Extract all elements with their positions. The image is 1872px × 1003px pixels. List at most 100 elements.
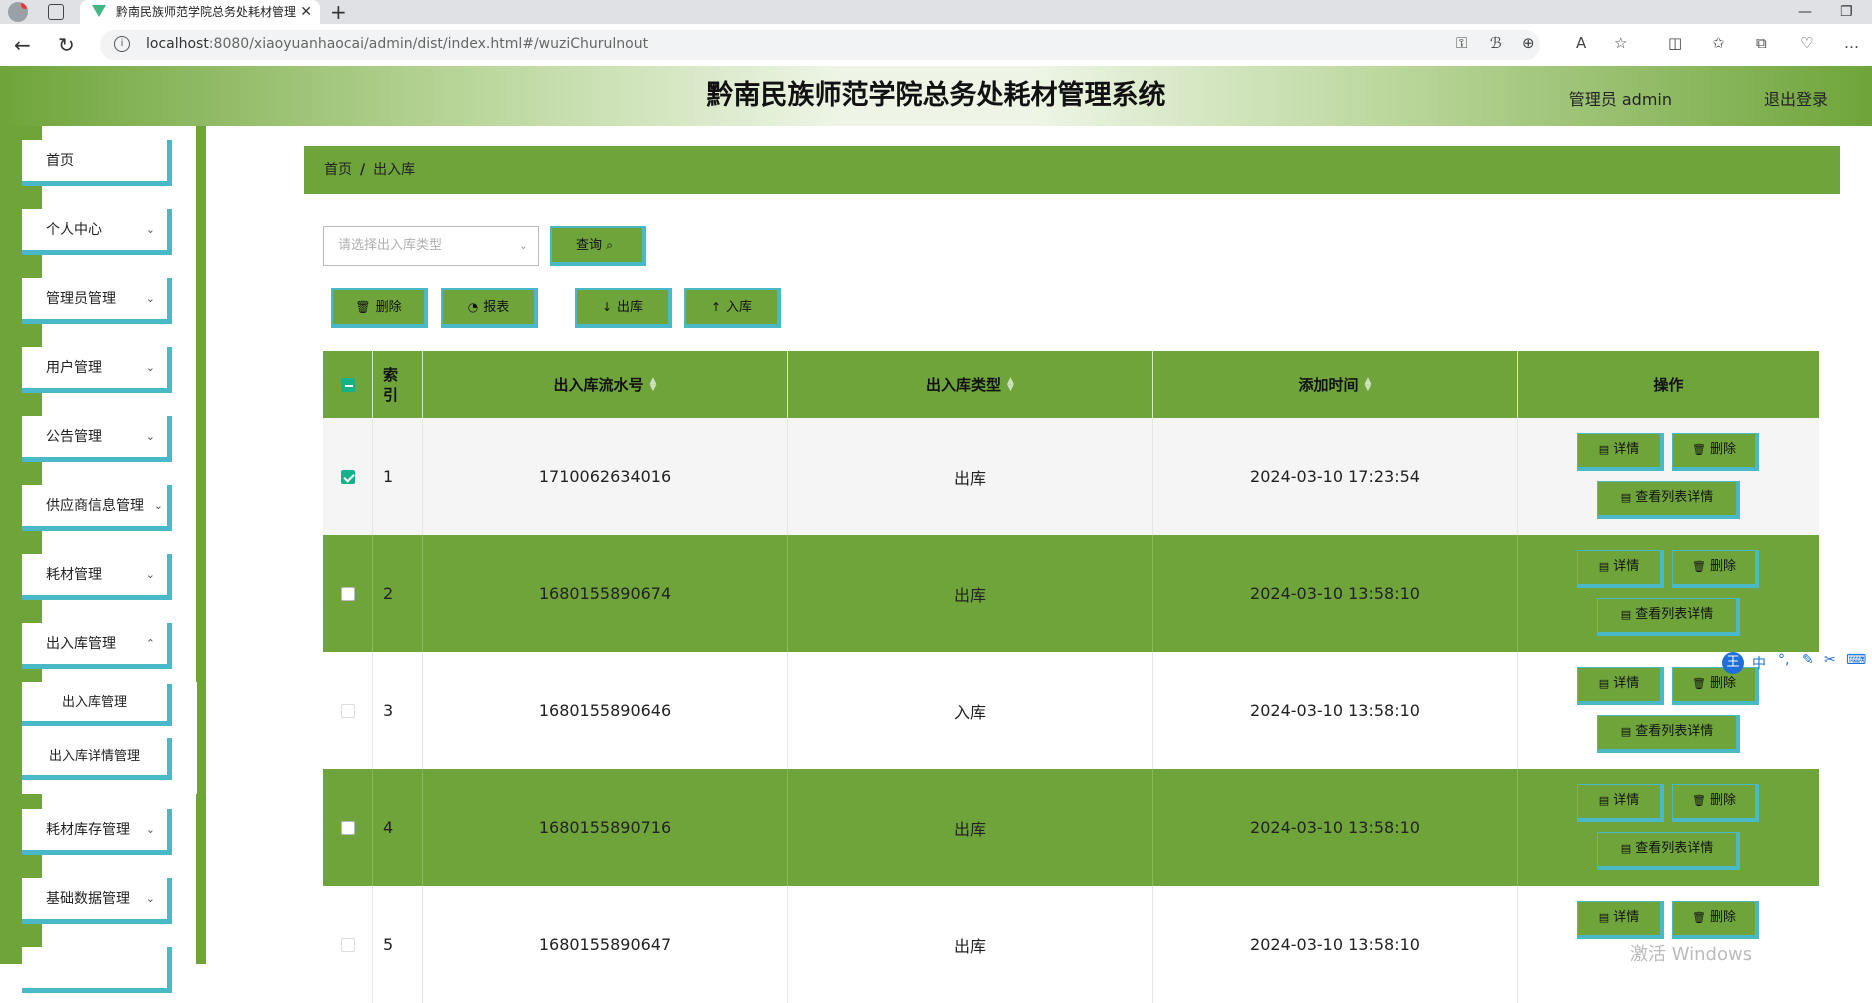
row-type: 出库 [788,769,1153,886]
ime-logo[interactable]: 王 [1722,652,1744,674]
trash-icon: 🗑 [1692,911,1706,924]
sidebar-subitem-inout[interactable]: 出入库管理 [22,684,172,726]
tab-actions-icon[interactable] [48,4,64,20]
header-index-label: 索引 [383,365,399,404]
header-type[interactable]: 出入库类型 ▲ ▼ [788,351,1153,418]
sidebar-item-notice-management[interactable]: 公告管理 ⌄ [22,416,172,462]
sidebar-subitem-inout-detail[interactable]: 出入库详情管理 [22,738,172,780]
row-delete-button[interactable]: 🗑 删除 [1672,784,1759,822]
ime-pen-icon[interactable]: ✎ [1802,652,1814,668]
document-icon: ▤ [1620,725,1632,738]
row-checkbox[interactable] [340,469,355,484]
header-time[interactable]: 添加时间 ▲ ▼ [1153,351,1518,418]
ime-punct-icon[interactable]: °, [1778,652,1789,668]
document-icon: ▤ [1598,560,1610,573]
ime-toolbar: 王 中 °, ✎ ✂ ⌨ [1722,652,1872,674]
chevron-up-icon: ⌃ [145,637,155,650]
row-checkbox[interactable] [340,937,355,952]
sort-icon[interactable]: ▲ ▼ [1007,376,1014,392]
stock-out-button[interactable]: ↓ 出库 [575,288,672,328]
delete-button[interactable]: 🗑 删除 [331,288,428,328]
detail-button[interactable]: ▤ 详情 [1577,433,1664,471]
row-delete-button[interactable]: 🗑 删除 [1672,901,1759,939]
table-row: 2 1680155890674 出库 2024-03-10 13:58:10 ▤… [323,535,1819,652]
url-path: :8080/xiaoyuanhaocai/admin/dist/index.ht… [208,36,649,52]
favorites-icon[interactable]: ✩ [1712,34,1725,52]
read-aloud-icon[interactable]: A [1576,34,1586,52]
row-time: 2024-03-10 13:58:10 [1153,886,1518,1003]
row-delete-button[interactable]: 🗑 删除 [1672,433,1759,471]
report-button[interactable]: ◔ 报表 [441,288,538,328]
row-checkbox[interactable] [340,586,355,601]
site-info-icon[interactable]: i [114,36,130,52]
profile-icon[interactable] [8,2,28,22]
row-time: 2024-03-10 13:58:10 [1153,769,1518,886]
new-tab-icon[interactable]: + [330,0,347,24]
favorite-star-icon[interactable]: ☆ [1614,34,1627,52]
ime-keyboard-icon[interactable]: ⌨ [1846,652,1866,668]
sidebar-item-label: 首页 [46,153,74,169]
collections-icon[interactable]: ⧉ [1756,34,1767,52]
close-tab-icon[interactable]: ✕ [300,0,312,24]
sidebar-item-personal-center[interactable]: 个人中心 ⌄ [22,209,172,255]
ime-mode[interactable]: 中 [1752,653,1766,673]
ime-scissors-icon[interactable]: ✂ [1824,652,1836,668]
row-delete-button[interactable]: 🗑 删除 [1672,550,1759,588]
select-all-checkbox[interactable] [340,377,355,392]
sidebar-item-inout-management[interactable]: 出入库管理 ⌃ [22,623,172,669]
breadcrumb-home[interactable]: 首页 [324,162,352,178]
row-checkbox[interactable] [340,820,355,835]
url-field[interactable]: i localhost:8080/xiaoyuanhaocai/admin/di… [100,30,1540,60]
delete-label: 删除 [1709,793,1736,808]
trash-icon: 🗑 [1692,677,1706,690]
sidebar-item-inventory-management[interactable]: 耗材库存管理 ⌄ [22,809,172,855]
sidebar-item-home[interactable]: 首页 [22,140,172,186]
header-serial[interactable]: 出入库流水号 ▲ ▼ [423,351,788,418]
list-detail-button[interactable]: ▤ 查看列表详情 [1597,715,1740,753]
back-icon[interactable]: ← [14,33,31,57]
minimize-icon[interactable]: — [1798,0,1812,24]
url-text[interactable]: localhost:8080/xiaoyuanhaocai/admin/dist… [146,36,648,52]
select-placeholder: 请选择出入库类型 [338,238,443,253]
header-time-label: 添加时间 [1298,376,1359,394]
sidebar-item-basic-data-management[interactable]: 基础数据管理 ⌄ [22,878,172,924]
stock-in-button[interactable]: ↑ 入库 [684,288,781,328]
detail-button[interactable]: ▤ 详情 [1577,901,1664,939]
row-time: 2024-03-10 13:58:10 [1153,652,1518,769]
row-checkbox[interactable] [340,703,355,718]
list-detail-button[interactable]: ▤ 查看列表详情 [1597,481,1740,519]
select-all-cell [323,351,373,418]
more-menu-icon[interactable]: … [1844,34,1859,52]
detail-button[interactable]: ▤ 详情 [1577,550,1664,588]
document-icon: ▤ [1620,608,1632,621]
sort-icon[interactable]: ▲ ▼ [1365,376,1372,392]
detail-button[interactable]: ▤ 详情 [1577,784,1664,822]
browser-tab[interactable]: 黔南民族师范学院总务处耗材管理 ✕ [80,0,320,24]
detail-button[interactable]: ▤ 详情 [1577,667,1664,705]
split-screen-icon[interactable]: ◫ [1668,34,1682,52]
table-row: 1 1710062634016 出库 2024-03-10 17:23:54 ▤… [323,418,1819,535]
row-time: 2024-03-10 13:58:10 [1153,535,1518,652]
inout-type-select[interactable]: 请选择出入库类型 ⌄ [323,226,539,266]
zoom-icon[interactable]: ⊕ [1522,34,1535,52]
sidebar-item-label: 出入库管理 [46,636,116,652]
query-button[interactable]: 查询 ⌕ [550,226,646,266]
reload-icon[interactable]: ↻ [58,33,75,57]
header-ops-label: 操作 [1653,376,1684,394]
logout-button[interactable]: 退出登录 [1764,86,1828,110]
translate-icon[interactable]: ℬ [1490,34,1502,52]
sort-icon[interactable]: ▲ ▼ [650,376,657,392]
password-key-icon[interactable]: ⚿ [1456,34,1467,52]
list-detail-button[interactable]: ▤ 查看列表详情 [1597,598,1740,636]
sidebar-item-user-management[interactable]: 用户管理 ⌄ [22,347,172,393]
sidebar-item-more[interactable] [22,947,172,993]
chevron-down-icon: ⌄ [518,239,528,252]
sidebar-item-supplier-management[interactable]: 供应商信息管理 ⌄ [22,485,172,531]
list-detail-button[interactable]: ▤ 查看列表详情 [1597,832,1740,870]
sidebar-item-admin-management[interactable]: 管理员管理 ⌄ [22,278,172,324]
sidebar-item-consumables-management[interactable]: 耗材管理 ⌄ [22,554,172,600]
chevron-down-icon: ⌄ [145,823,155,836]
restore-icon[interactable]: ❐ [1840,0,1853,24]
browser-essentials-icon[interactable]: ♡ [1800,34,1813,52]
table-row: 5 1680155890647 出库 2024-03-10 13:58:10 ▤… [323,886,1819,1003]
